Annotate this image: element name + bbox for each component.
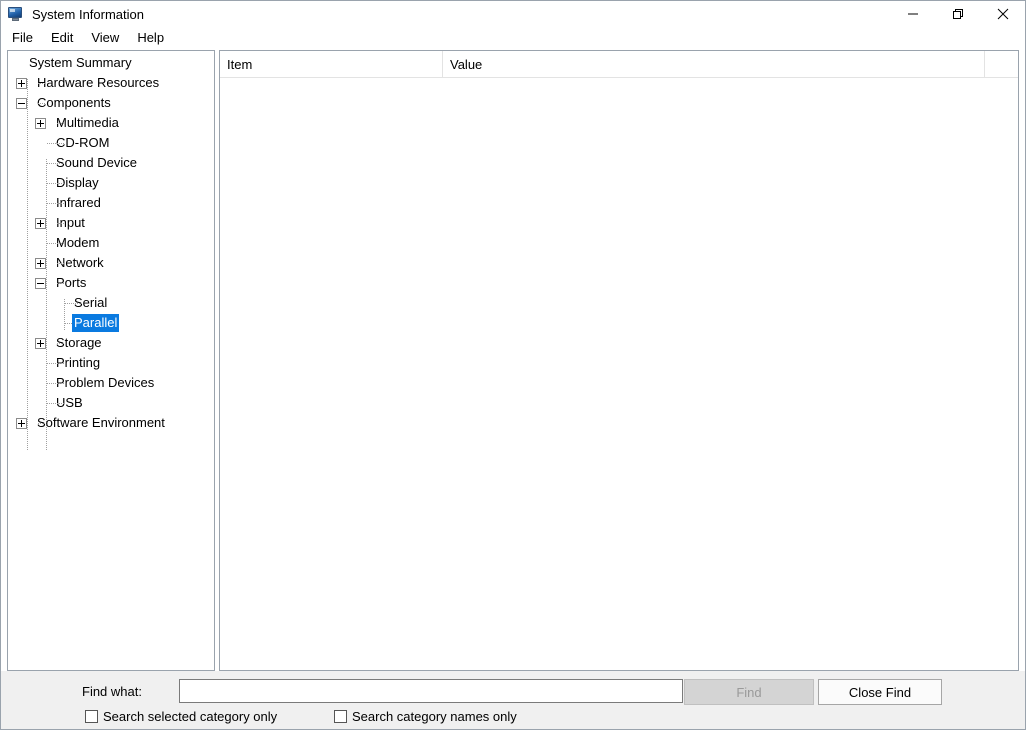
expand-icon[interactable] [35,117,46,129]
close-icon[interactable] [980,1,1025,27]
tree-item-ports[interactable]: Ports [8,273,214,293]
tree-item-storage[interactable]: Storage [8,333,214,353]
expand-icon[interactable] [16,77,27,89]
tree-item-label: Sound Device [56,155,137,170]
find-button[interactable]: Find [684,679,814,705]
main-content: System Summary Hardware Resources Compon… [1,48,1025,671]
column-header-item[interactable]: Item [220,51,442,77]
tree-item-usb[interactable]: USB [8,393,214,413]
list-body[interactable] [220,78,1018,670]
tree-item-multimedia[interactable]: Multimedia [8,113,214,133]
window-title: System Information [32,6,144,22]
tree-item-hardware-resources[interactable]: Hardware Resources [8,73,214,93]
search-selected-category-label: Search selected category only [103,709,278,724]
tree-item-label: System Summary [29,55,132,70]
column-header-extra[interactable] [984,51,1018,77]
collapse-icon[interactable] [35,277,46,289]
tree-item-system-summary[interactable]: System Summary [8,53,214,73]
tree-item-problem-devices[interactable]: Problem Devices [8,373,214,393]
column-header-value[interactable]: Value [442,51,984,77]
tree-item-sound-device[interactable]: Sound Device [8,153,214,173]
expand-icon[interactable] [35,337,46,349]
tree-item-cd-rom[interactable]: CD-ROM [8,133,214,153]
minimize-icon[interactable] [890,1,935,27]
menu-bar: File Edit View Help [1,27,1025,48]
tree-item-printing[interactable]: Printing [8,353,214,373]
details-list-panel: Item Value [219,50,1019,671]
tree-item-label: Hardware Resources [37,75,160,90]
tree-item-input[interactable]: Input [8,213,214,233]
close-find-button[interactable]: Close Find [818,679,942,705]
search-category-names-checkbox-row[interactable]: Search category names only [334,709,517,724]
collapse-icon[interactable] [16,97,27,109]
list-header: Item Value [220,51,1018,78]
find-what-label: Find what: [82,684,142,699]
window-controls [890,1,1025,27]
expand-icon[interactable] [35,217,46,229]
search-category-names-label: Search category names only [352,709,517,724]
title-bar: System Information [1,1,1025,27]
tree-item-components[interactable]: Components [8,93,214,113]
expand-icon[interactable] [35,257,46,269]
menu-item-help[interactable]: Help [134,29,173,47]
tree-item-parallel[interactable]: Parallel [8,313,214,333]
tree-item-label: Multimedia [56,115,119,130]
expand-icon[interactable] [16,417,27,429]
menu-item-view[interactable]: View [88,29,128,47]
tree-item-label: Components [37,95,111,110]
tree-item-label: Software Environment [37,415,165,430]
menu-item-file[interactable]: File [9,29,42,47]
tree-item-software-environment[interactable]: Software Environment [8,413,214,433]
restore-icon[interactable] [935,1,980,27]
tree-item-modem[interactable]: Modem [8,233,214,253]
tree-item-infrared[interactable]: Infrared [8,193,214,213]
find-input[interactable] [179,679,683,703]
tree-item-label: Problem Devices [56,375,155,390]
search-selected-category-checkbox-row[interactable]: Search selected category only [85,709,277,724]
find-bar: Find what: Find Close Find Search select… [1,671,1025,729]
system-information-window: System Information File Edit View Help S… [0,0,1026,730]
category-tree: System Summary Hardware Resources Compon… [8,51,214,451]
search-category-names-checkbox[interactable] [334,710,347,723]
menu-item-edit[interactable]: Edit [48,29,82,47]
search-selected-category-checkbox[interactable] [85,710,98,723]
tree-item-display[interactable]: Display [8,173,214,193]
tree-item-label: Parallel [72,314,120,332]
category-tree-panel[interactable]: System Summary Hardware Resources Compon… [7,50,215,671]
tree-item-serial[interactable]: Serial [8,293,214,313]
tree-item-network[interactable]: Network [8,253,214,273]
computer-monitor-icon [8,6,24,22]
